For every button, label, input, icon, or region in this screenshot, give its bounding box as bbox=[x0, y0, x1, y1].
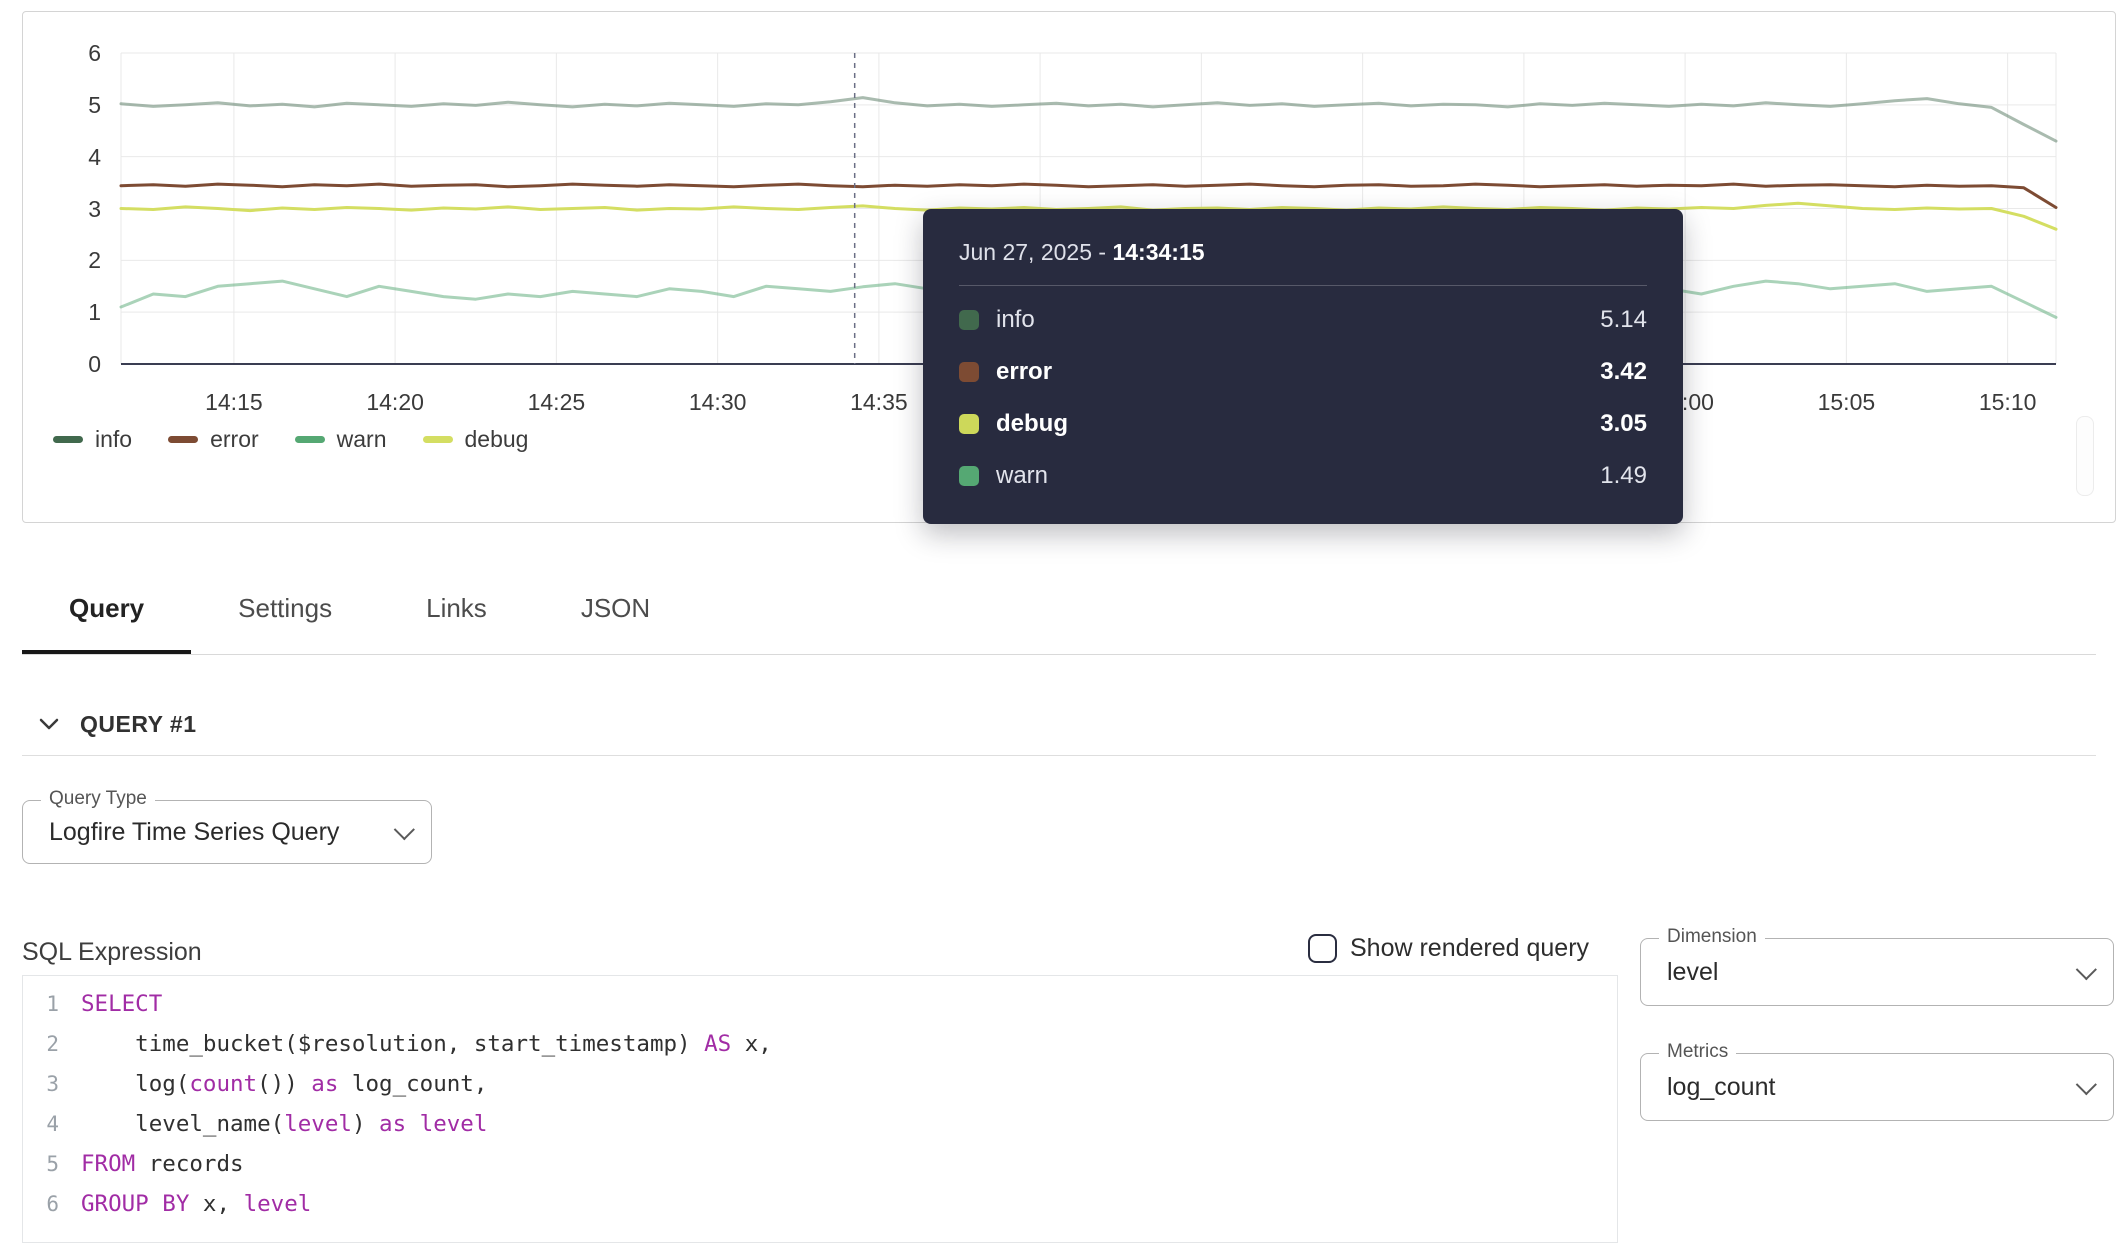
dashboard-page: 0123456 14:1514:2014:2514:3014:3514:4014… bbox=[0, 0, 2118, 1244]
y-axis-label: 1 bbox=[57, 298, 101, 326]
tooltip-series-value: 3.05 bbox=[1600, 410, 1647, 438]
legend-swatch-icon bbox=[53, 436, 83, 443]
sql-code: SELECT time_bucket($resolution, start_ti… bbox=[75, 976, 1617, 1242]
query-section-header[interactable]: QUERY #1 bbox=[36, 704, 197, 744]
chevron-down-icon bbox=[2076, 1074, 2097, 1095]
series-swatch-icon bbox=[959, 414, 979, 434]
code-line: GROUP BY x, level bbox=[81, 1184, 1617, 1224]
line-number: 5 bbox=[23, 1144, 75, 1184]
legend-label: warn bbox=[337, 426, 387, 453]
query-type-label: Query Type bbox=[41, 788, 155, 810]
x-axis-label: 14:15 bbox=[186, 389, 282, 415]
line-number: 3 bbox=[23, 1064, 75, 1104]
metrics-label: Metrics bbox=[1659, 1041, 1736, 1063]
code-line: time_bucket($resolution, start_timestamp… bbox=[81, 1024, 1617, 1064]
chevron-down-icon bbox=[2076, 959, 2097, 980]
dimension-value: level bbox=[1667, 958, 1718, 987]
y-axis-label: 6 bbox=[57, 39, 101, 67]
chevron-down-icon bbox=[36, 711, 62, 737]
y-axis-label: 4 bbox=[57, 143, 101, 171]
y-axis-label: 0 bbox=[57, 350, 101, 378]
query-type-select[interactable]: Query Type Logfire Time Series Query bbox=[22, 800, 432, 864]
chart-panel: 0123456 14:1514:2014:2514:3014:3514:4014… bbox=[22, 11, 2116, 523]
line-numbers: 123456 bbox=[23, 976, 75, 1242]
x-axis-label: 14:35 bbox=[831, 389, 927, 415]
tab-json[interactable]: JSON bbox=[534, 567, 697, 654]
tooltip-series-name: warn bbox=[996, 462, 1048, 490]
tooltip-row-error: error 3.42 bbox=[959, 346, 1647, 398]
x-axis-label: 15:10 bbox=[1960, 389, 2056, 415]
chart-legend: info error warn debug bbox=[53, 426, 528, 453]
line-number: 1 bbox=[23, 984, 75, 1024]
line-number: 2 bbox=[23, 1024, 75, 1064]
legend-swatch-icon bbox=[295, 436, 325, 443]
legend-label: debug bbox=[465, 426, 529, 453]
show-rendered-query-toggle[interactable]: Show rendered query bbox=[1308, 934, 1589, 963]
chevron-down-icon bbox=[394, 819, 415, 840]
tab-settings[interactable]: Settings bbox=[191, 567, 379, 654]
legend-item-debug[interactable]: debug bbox=[423, 426, 529, 453]
legend-label: info bbox=[95, 426, 132, 453]
code-line: level_name(level) as level bbox=[81, 1104, 1617, 1144]
legend-item-error[interactable]: error bbox=[168, 426, 259, 453]
query-section-title: QUERY #1 bbox=[80, 711, 197, 738]
series-swatch-icon bbox=[959, 310, 979, 330]
x-axis-label: 14:25 bbox=[508, 389, 604, 415]
tooltip-series-name: debug bbox=[996, 410, 1068, 438]
query-type-value: Logfire Time Series Query bbox=[49, 818, 339, 847]
section-divider bbox=[22, 755, 2096, 756]
tab-bar: QuerySettingsLinksJSON bbox=[22, 567, 2096, 655]
line-number: 4 bbox=[23, 1104, 75, 1144]
y-axis-label: 5 bbox=[57, 91, 101, 119]
show-rendered-checkbox[interactable] bbox=[1308, 934, 1337, 963]
y-axis-label: 2 bbox=[57, 246, 101, 274]
tooltip-divider bbox=[959, 285, 1647, 286]
dimension-label: Dimension bbox=[1659, 926, 1765, 948]
scrollbar-thumb[interactable] bbox=[2076, 416, 2094, 496]
sql-editor[interactable]: 123456 SELECT time_bucket($resolution, s… bbox=[22, 975, 1618, 1243]
dimension-select[interactable]: Dimension level bbox=[1640, 938, 2114, 1006]
metrics-value: log_count bbox=[1667, 1073, 1775, 1102]
legend-item-info[interactable]: info bbox=[53, 426, 132, 453]
tooltip-series-value: 1.49 bbox=[1600, 462, 1647, 490]
legend-swatch-icon bbox=[423, 436, 453, 443]
tooltip-row-info: info 5.14 bbox=[959, 294, 1647, 346]
x-axis-label: 14:30 bbox=[670, 389, 766, 415]
series-swatch-icon bbox=[959, 466, 979, 486]
tooltip-timestamp: Jun 27, 2025 - 14:34:15 bbox=[959, 237, 1647, 267]
tooltip-series-value: 5.14 bbox=[1600, 306, 1647, 334]
legend-swatch-icon bbox=[168, 436, 198, 443]
legend-label: error bbox=[210, 426, 259, 453]
tooltip-series-value: 3.42 bbox=[1600, 358, 1647, 386]
line-number: 6 bbox=[23, 1184, 75, 1224]
tooltip-series-name: error bbox=[996, 358, 1052, 386]
show-rendered-label: Show rendered query bbox=[1350, 934, 1589, 963]
metrics-select[interactable]: Metrics log_count bbox=[1640, 1053, 2114, 1121]
y-axis-label: 3 bbox=[57, 195, 101, 223]
x-axis-label: 15:05 bbox=[1798, 389, 1894, 415]
sql-expression-label: SQL Expression bbox=[22, 938, 202, 967]
code-line: SELECT bbox=[81, 984, 1617, 1024]
code-line: log(count()) as log_count, bbox=[81, 1064, 1617, 1104]
code-line: FROM records bbox=[81, 1144, 1617, 1184]
tab-query[interactable]: Query bbox=[22, 567, 191, 654]
series-line-info bbox=[121, 98, 2056, 142]
series-swatch-icon bbox=[959, 362, 979, 382]
chart-tooltip: Jun 27, 2025 - 14:34:15 info 5.14 error 3.4… bbox=[923, 209, 1683, 524]
tooltip-rows: info 5.14 error 3.42 debug 3.05 warn 1.49 bbox=[959, 294, 1647, 502]
legend-item-warn[interactable]: warn bbox=[295, 426, 387, 453]
x-axis-label: 14:20 bbox=[347, 389, 443, 415]
tooltip-row-warn: warn 1.49 bbox=[959, 450, 1647, 502]
tab-links[interactable]: Links bbox=[379, 567, 534, 654]
tooltip-row-debug: debug 3.05 bbox=[959, 398, 1647, 450]
tooltip-series-name: info bbox=[996, 306, 1035, 334]
